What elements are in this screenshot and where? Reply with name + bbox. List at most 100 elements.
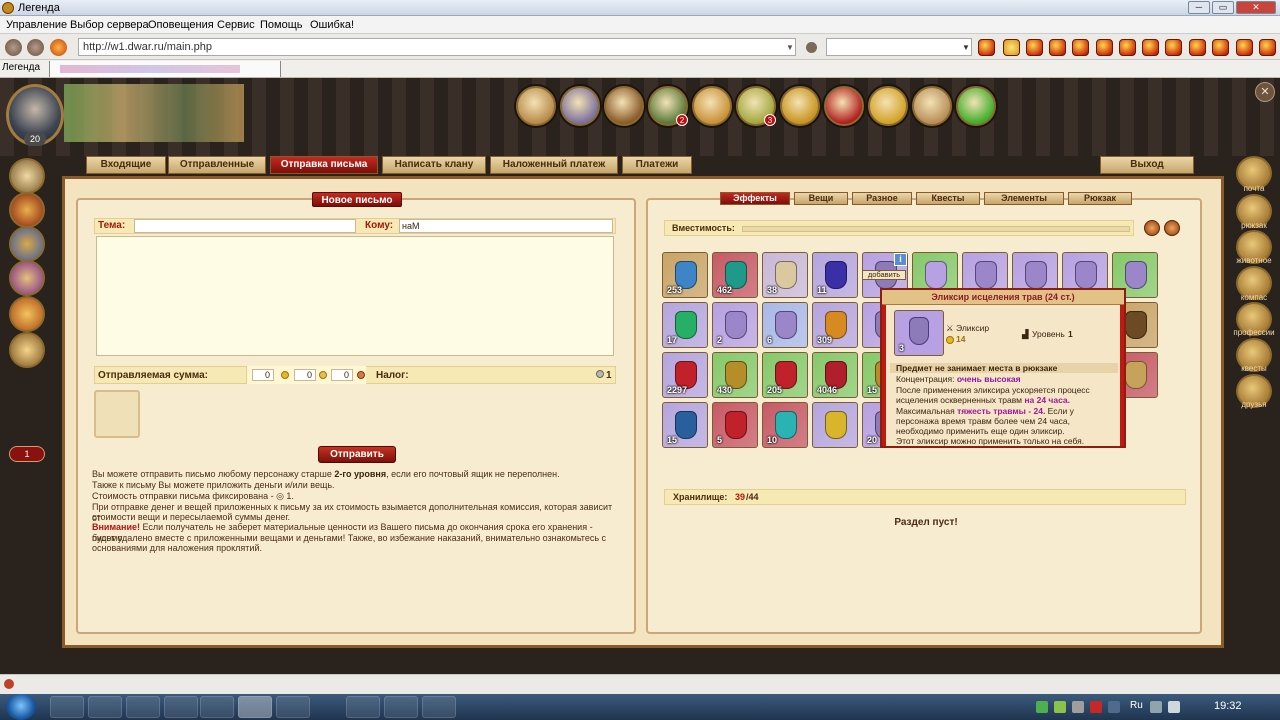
tray-icon-2[interactable] (1054, 701, 1066, 713)
tab-elements[interactable]: Элементы (984, 192, 1064, 205)
inventory-slot[interactable]: 4046 (812, 352, 858, 398)
info-icon[interactable]: i (894, 253, 907, 266)
sort-icon[interactable] (1164, 220, 1180, 236)
inventory-slot[interactable]: 38 (762, 252, 808, 298)
tab-effects[interactable]: Эффекты (720, 192, 790, 205)
toolbar-user-icon[interactable] (1212, 39, 1229, 56)
taskbar-skype-icon[interactable] (346, 696, 380, 718)
left-mail-icon[interactable] (9, 332, 45, 368)
minimize-button[interactable]: ─ (1188, 1, 1210, 14)
map-icon[interactable]: 3 (736, 86, 776, 126)
tray-icon-1[interactable] (1036, 701, 1048, 713)
forward-icon[interactable] (27, 39, 44, 56)
left-scroll-icon[interactable] (9, 226, 45, 262)
tray-icon-3[interactable] (1072, 701, 1084, 713)
warrior-icon[interactable]: 2 (648, 86, 688, 126)
taskbar-app-1[interactable] (50, 696, 84, 718)
left-alert-badge[interactable]: 1 (9, 446, 45, 462)
menu-item-control[interactable]: Управление (6, 19, 67, 31)
menu-item-error[interactable]: Ошибка! (310, 19, 354, 31)
tab-items[interactable]: Вещи (794, 192, 848, 205)
inventory-slot[interactable]: 15 (662, 402, 708, 448)
language-indicator[interactable]: Ru (1130, 700, 1143, 711)
search-icon[interactable] (1144, 220, 1160, 236)
toolbar-info-icon[interactable] (978, 39, 995, 56)
inventory-slot[interactable]: 2 (712, 302, 758, 348)
go-icon[interactable] (806, 42, 817, 53)
tray-icon-4[interactable] (1090, 701, 1102, 713)
inventory-slot[interactable]: 205 (762, 352, 808, 398)
inventory-slot[interactable]: 430 (712, 352, 758, 398)
toolbar-forward-icon[interactable] (1003, 39, 1020, 56)
toolbar-camera-icon[interactable] (1049, 39, 1066, 56)
inventory-slot[interactable]: 10 (762, 402, 808, 448)
close-game-icon[interactable]: ✕ (1255, 82, 1275, 102)
send-button[interactable]: Отправить (318, 446, 396, 463)
taskbar-app-8[interactable] (384, 696, 418, 718)
gold-amount-input[interactable]: 0 (252, 369, 274, 381)
exit-button[interactable]: Выход (1100, 156, 1194, 174)
cards-icon[interactable] (780, 86, 820, 126)
subject-input[interactable] (134, 219, 356, 233)
menu-item-notifications[interactable]: Оповещения (148, 19, 214, 31)
hammer-icon[interactable] (912, 86, 952, 126)
network-icon[interactable] (1150, 701, 1162, 713)
combo-dropdown-icon[interactable]: ▼ (962, 43, 970, 52)
amulet-icon[interactable] (692, 86, 732, 126)
message-textarea[interactable] (96, 236, 614, 356)
clan-emblem-icon[interactable] (824, 86, 864, 126)
toolbar-list-icon[interactable] (1072, 39, 1089, 56)
toolbar-bell-icon[interactable] (1165, 39, 1182, 56)
left-sword-icon[interactable] (9, 260, 45, 296)
refresh-icon[interactable] (50, 39, 67, 56)
tab-send-letter[interactable]: Отправка письма (270, 156, 378, 174)
menu-item-server[interactable]: Выбор сервера (70, 19, 149, 31)
toolbar-book-icon[interactable] (1096, 39, 1113, 56)
help-icon[interactable] (956, 86, 996, 126)
left-shield-icon[interactable] (9, 296, 45, 332)
toolbar-person-icon[interactable] (1189, 39, 1206, 56)
toolbar-tools-icon[interactable] (1236, 39, 1253, 56)
toolbar-door-icon[interactable] (1142, 39, 1159, 56)
menu-item-help[interactable]: Помощь (260, 19, 303, 31)
taskbar-explorer-icon[interactable] (126, 696, 160, 718)
gold-coins-icon[interactable] (868, 86, 908, 126)
left-compass-icon[interactable] (9, 158, 45, 194)
inventory-slot[interactable]: 5 (712, 402, 758, 448)
taskbar-yandex-icon[interactable] (200, 696, 234, 718)
inventory-slot[interactable]: 253 (662, 252, 708, 298)
close-window-button[interactable]: ✕ (1236, 1, 1276, 14)
taskbar-app-9[interactable] (422, 696, 456, 718)
inventory-slot[interactable]: 462 (712, 252, 758, 298)
recipient-input[interactable]: наМ (399, 219, 613, 233)
tab-sent[interactable]: Отправленные (168, 156, 266, 174)
tab-quests[interactable]: Квесты (916, 192, 980, 205)
silver-amount-input[interactable]: 0 (294, 369, 316, 381)
copper-amount-input[interactable]: 0 (331, 369, 353, 381)
clock[interactable]: 19:32 (1214, 700, 1242, 712)
attachment-slot[interactable] (94, 390, 140, 438)
tab-backpack[interactable]: Рюкзак (1068, 192, 1132, 205)
inventory-slot[interactable]: 2297 (662, 352, 708, 398)
tab-legenda[interactable]: Легенда (2, 62, 40, 73)
inventory-slot[interactable]: 11 (812, 252, 858, 298)
inventory-slot[interactable]: 309 (812, 302, 858, 348)
inventory-slot[interactable] (812, 402, 858, 448)
toolbar-grid-icon[interactable] (1119, 39, 1136, 56)
start-button[interactable] (6, 694, 36, 720)
taskbar-legenda-icon[interactable] (238, 696, 272, 718)
tab-write-clan[interactable]: Написать клану (382, 156, 486, 174)
toolbar-heart-icon[interactable] (1026, 39, 1043, 56)
arena-icon[interactable] (516, 86, 556, 126)
tab-second[interactable] (49, 61, 281, 77)
bear-icon[interactable] (604, 86, 644, 126)
search-combo[interactable] (826, 38, 972, 56)
castle-icon[interactable] (560, 86, 600, 126)
left-book-icon[interactable] (9, 192, 45, 228)
menu-item-service[interactable]: Сервис (217, 19, 255, 31)
tab-misc[interactable]: Разное (852, 192, 912, 205)
tab-inbox[interactable]: Входящие (86, 156, 166, 174)
taskbar-media-icon[interactable] (164, 696, 198, 718)
tab-payments[interactable]: Платежи (622, 156, 692, 174)
url-input[interactable]: http://w1.dwar.ru/main.php (78, 38, 796, 56)
